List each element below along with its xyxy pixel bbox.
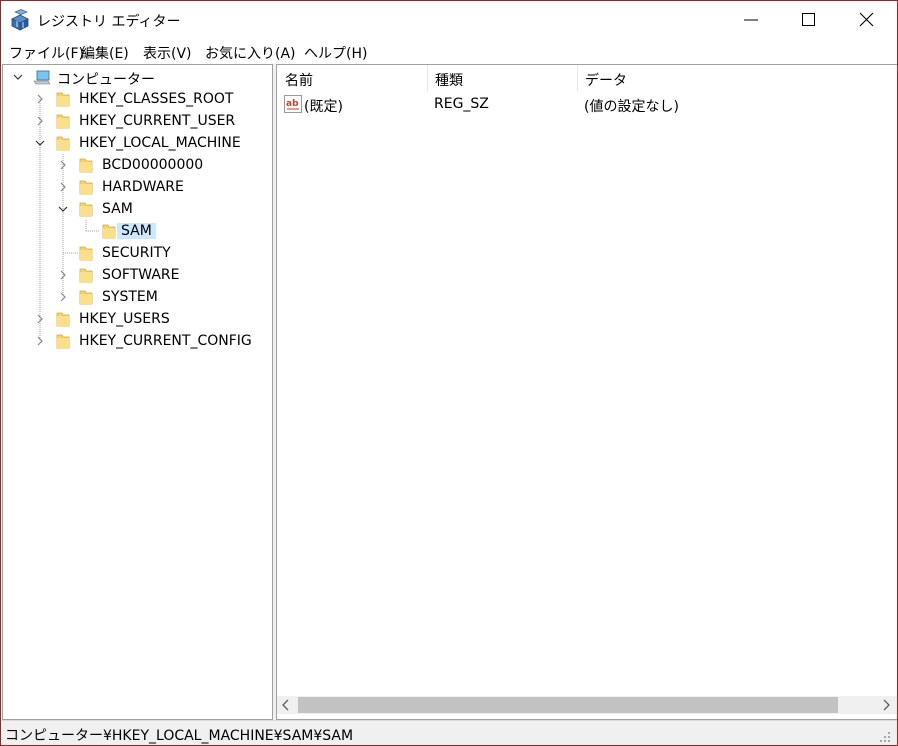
column-header-type[interactable]: 種類: [427, 65, 577, 91]
tree-node-label: HKEY_CURRENT_USER: [79, 113, 236, 129]
computer-icon: [33, 70, 51, 85]
tree-node-label: SAM: [117, 223, 156, 239]
chevron-right-icon: [60, 160, 66, 170]
tree-node-label: SOFTWARE: [102, 267, 180, 283]
values-list-pane[interactable]: 名前 種類 データ ab (既定) REG_SZ (値の設定なし): [276, 64, 897, 720]
folder-open-icon: [102, 224, 116, 239]
chevron-right-icon: [37, 314, 43, 324]
folder-icon: [56, 136, 70, 151]
column-header-label: 名前: [285, 73, 313, 89]
column-header-name[interactable]: 名前: [277, 65, 427, 91]
horizontal-scrollbar[interactable]: [277, 696, 897, 714]
column-header-data[interactable]: データ: [577, 65, 897, 91]
folder-icon: [56, 334, 70, 349]
tree-node-label: HKEY_CURRENT_CONFIG: [79, 333, 252, 349]
regedit-icon: [11, 9, 29, 31]
folder-icon: [56, 92, 70, 107]
folder-icon: [79, 268, 93, 283]
chevron-down-icon: [58, 206, 68, 212]
key-tree-pane[interactable]: コンピューター HKEY_CLASSES_ROOT HKEY_CURRENT_U…: [2, 64, 273, 720]
minimize-button[interactable]: [722, 1, 780, 39]
minimize-icon: [744, 19, 758, 21]
menu-file[interactable]: ファイル(F): [9, 43, 84, 63]
tree-node-hkey-classes-root[interactable]: HKEY_CLASSES_ROOT: [3, 88, 272, 110]
close-icon: [859, 12, 874, 27]
tree-node-label: BCD00000000: [102, 157, 204, 173]
tree-node-label: HKEY_CLASSES_ROOT: [79, 91, 234, 107]
menu-favorites[interactable]: お気に入り(A): [205, 43, 296, 63]
tree-node-security[interactable]: SECURITY: [3, 242, 272, 264]
maximize-button[interactable]: [780, 1, 838, 39]
column-header-label: 種類: [435, 73, 463, 89]
chevron-right-icon: [60, 292, 66, 302]
tree-node-label: SAM: [102, 201, 133, 217]
column-header-label: データ: [585, 73, 627, 89]
folder-icon: [79, 180, 93, 195]
tree-root-computer[interactable]: コンピューター: [3, 66, 272, 88]
tree-node-hkey-users[interactable]: HKEY_USERS: [3, 308, 272, 330]
list-item[interactable]: ab (既定) REG_SZ (値の設定なし): [277, 93, 897, 115]
scroll-left-arrow-icon[interactable]: [277, 696, 295, 714]
window-title: レジストリ エディター: [37, 14, 181, 30]
menu-view[interactable]: 表示(V): [143, 43, 192, 63]
folder-icon: [56, 114, 70, 129]
folder-icon: [79, 290, 93, 305]
tree-node-sam[interactable]: SAM: [3, 198, 272, 220]
status-path: コンピューター¥HKEY_LOCAL_MACHINE¥SAM¥SAM: [5, 728, 354, 744]
value-data: (値の設定なし): [584, 99, 679, 115]
menu-edit[interactable]: 編集(E): [81, 43, 129, 63]
scrollbar-thumb[interactable]: [298, 697, 838, 713]
chevron-right-icon: [60, 182, 66, 192]
tree-node-label: SECURITY: [102, 245, 171, 261]
string-value-icon: ab: [284, 95, 302, 113]
folder-icon: [79, 158, 93, 173]
tree-node-hardware[interactable]: HARDWARE: [3, 176, 272, 198]
tree-node-software[interactable]: SOFTWARE: [3, 264, 272, 286]
value-name: (既定): [304, 99, 343, 115]
resize-grip-icon[interactable]: [879, 731, 891, 743]
tree-node-label: SYSTEM: [102, 289, 158, 305]
tree-root-label: コンピューター: [57, 72, 155, 88]
folder-icon: [79, 246, 93, 261]
tree-node-system[interactable]: SYSTEM: [3, 286, 272, 308]
close-button[interactable]: [838, 1, 896, 39]
value-type: REG_SZ: [434, 96, 489, 112]
chevron-right-icon: [60, 270, 66, 280]
scroll-right-arrow-icon[interactable]: [877, 696, 895, 714]
chevron-down-icon: [13, 74, 23, 80]
menu-bar: ファイル(F) 編集(E) 表示(V) お気に入り(A) ヘルプ(H): [1, 40, 897, 64]
tree-node-label: HKEY_USERS: [79, 311, 170, 327]
tree-node-label: HKEY_LOCAL_MACHINE: [79, 135, 241, 151]
tree-node-hkey-local-machine[interactable]: HKEY_LOCAL_MACHINE: [3, 132, 272, 154]
folder-icon: [79, 202, 93, 217]
svg-text:ab: ab: [286, 99, 299, 109]
registry-editor-window: レジストリ エディター ファイル(F) 編集(E) 表示(V) お気に入り(A)…: [0, 0, 898, 746]
maximize-icon: [802, 13, 815, 26]
tree-node-label: HARDWARE: [102, 179, 184, 195]
menu-help[interactable]: ヘルプ(H): [304, 43, 367, 63]
tree-node-bcd[interactable]: BCD00000000: [3, 154, 272, 176]
tree-node-sam-sam-selected[interactable]: SAM: [3, 220, 272, 242]
chevron-down-icon: [35, 140, 45, 146]
chevron-right-icon: [37, 116, 43, 126]
title-bar: レジストリ エディター: [1, 1, 897, 39]
tree-node-hkey-current-config[interactable]: HKEY_CURRENT_CONFIG: [3, 330, 272, 352]
chevron-right-icon: [37, 94, 43, 104]
tree-node-hkey-current-user[interactable]: HKEY_CURRENT_USER: [3, 110, 272, 132]
status-bar: コンピューター¥HKEY_LOCAL_MACHINE¥SAM¥SAM: [1, 720, 897, 745]
folder-icon: [56, 312, 70, 327]
chevron-right-icon: [37, 336, 43, 346]
